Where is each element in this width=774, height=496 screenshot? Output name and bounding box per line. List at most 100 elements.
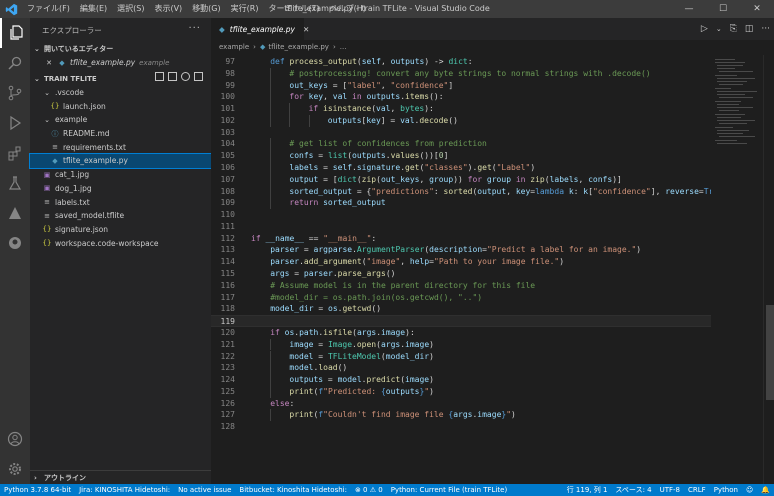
- notifications-bell-icon[interactable]: 🔔: [761, 486, 770, 494]
- tree-file[interactable]: ≡ requirements.txt: [30, 140, 211, 154]
- code-text: # postprocessing! convert any byte strin…: [289, 68, 650, 80]
- run-file-icon[interactable]: ▷: [701, 24, 708, 34]
- close-icon[interactable]: ✕: [740, 0, 774, 18]
- azure-icon[interactable]: [0, 198, 30, 228]
- code-line: 124 outputs = model.predict(image): [211, 374, 711, 386]
- menu-item[interactable]: ターミナル(T): [263, 0, 324, 18]
- collapse-all-icon[interactable]: [194, 72, 203, 81]
- json-file-icon: {}: [50, 102, 60, 111]
- code-token: =: [313, 339, 328, 349]
- code-text: parser = argparse.ArgumentParser(descrip…: [270, 244, 641, 256]
- tab-tflite-example[interactable]: ◆ tflite_example.py ✕: [211, 18, 309, 40]
- indent-guide: [270, 103, 272, 115]
- run-debug-icon[interactable]: [0, 108, 30, 138]
- open-changes-icon[interactable]: ⎘: [730, 24, 737, 34]
- indentation[interactable]: スペース: 4: [615, 485, 651, 495]
- tree-file[interactable]: ▣ cat_1.jpg: [30, 168, 211, 182]
- run-configuration[interactable]: Python: Current File (train TFLite): [391, 486, 507, 494]
- code-token: in: [511, 174, 531, 184]
- breadcrumb-symbol[interactable]: ...: [340, 43, 347, 51]
- jira-user[interactable]: Jira: KINOSHITA Hidetoshi:: [79, 486, 170, 494]
- code-token: =: [313, 351, 328, 361]
- code-token: "Couldn't find image file: [323, 410, 449, 420]
- split-editor-icon[interactable]: ◫: [745, 24, 754, 34]
- extensions-icon[interactable]: [0, 138, 30, 168]
- more-actions-icon[interactable]: ···: [188, 23, 201, 34]
- code-token: isfile: [323, 327, 353, 337]
- account-icon[interactable]: [0, 424, 30, 454]
- breadcrumb-file[interactable]: tflite_example.py: [268, 43, 329, 51]
- encoding[interactable]: UTF-8: [660, 486, 680, 494]
- code-text: return sorted_output: [289, 197, 385, 209]
- close-editor-icon[interactable]: ✕: [44, 59, 54, 67]
- code-line: 119: [211, 315, 711, 327]
- code-token: ] =: [380, 115, 401, 125]
- tree-file[interactable]: {} signature.json: [30, 223, 211, 237]
- code-line: 100 for key, val in outputs.items():: [211, 91, 711, 104]
- tree-item-label: saved_model.tflite: [55, 211, 125, 221]
- open-editor-folder: example: [139, 58, 170, 67]
- tree-file[interactable]: ≡ saved_model.tflite: [30, 209, 211, 223]
- bitbucket-user[interactable]: Bitbucket: Kinoshita Hidetoshi:: [239, 486, 347, 494]
- code-editor[interactable]: 97 def process_output(self, outputs) -> d…: [211, 55, 711, 429]
- menu-item[interactable]: 選択(S): [112, 0, 149, 18]
- close-tab-icon[interactable]: ✕: [303, 25, 309, 34]
- source-control-icon[interactable]: [0, 78, 30, 108]
- jira-issue[interactable]: No active issue: [178, 486, 231, 494]
- code-token: TFLiteModel: [327, 351, 381, 361]
- menu-item[interactable]: 編集(E): [75, 0, 112, 18]
- code-token: :: [289, 398, 295, 408]
- menu-item[interactable]: ヘルプ(H): [325, 0, 371, 18]
- code-line: 107 output = [dict(zip(out_keys, group)) …: [211, 173, 711, 186]
- tree-file[interactable]: ⓘ README.md: [30, 127, 211, 141]
- code-line: 99 out_keys = ["label", "confidence"]: [211, 79, 711, 92]
- maximize-icon[interactable]: ☐: [706, 0, 740, 18]
- tree-file[interactable]: ▣ dog_1.jpg: [30, 182, 211, 196]
- new-folder-icon[interactable]: [168, 72, 177, 81]
- open-editors-section[interactable]: ⌄ 開いているエディター: [30, 42, 211, 56]
- minimap[interactable]: [711, 55, 763, 484]
- breadcrumb-folder[interactable]: example: [219, 43, 249, 51]
- more-actions-icon[interactable]: ···: [761, 24, 770, 34]
- run-dropdown-icon[interactable]: ⌄: [716, 25, 722, 33]
- open-editor-item[interactable]: ✕ ◆ tflite_example.py example: [30, 56, 211, 70]
- outline-section[interactable]: › アウトライン: [30, 470, 211, 484]
- explorer-icon[interactable]: [0, 18, 30, 48]
- line-ending[interactable]: CRLF: [688, 486, 706, 494]
- minimize-icon[interactable]: —: [672, 0, 706, 18]
- code-token: return: [289, 198, 324, 208]
- code-text: out_keys = ["label", "confidence"]: [289, 80, 453, 92]
- cursor-position[interactable]: 行 119, 列 1: [567, 485, 608, 495]
- python-interpreter[interactable]: Python 3.7.8 64-bit: [4, 486, 71, 494]
- tree-folder[interactable]: ⌄ example: [30, 113, 211, 127]
- tree-file[interactable]: {} launch.json: [30, 99, 211, 113]
- menu-item[interactable]: 移動(G): [187, 0, 225, 18]
- language-mode[interactable]: Python: [714, 486, 738, 494]
- github-icon[interactable]: [0, 228, 30, 258]
- testing-flask-icon[interactable]: [0, 168, 30, 198]
- search-icon[interactable]: [0, 48, 30, 78]
- problems-count[interactable]: ⊗ 0 ⚠ 0: [355, 486, 383, 494]
- settings-gear-icon[interactable]: [0, 454, 30, 484]
- tree-file[interactable]: ≡ labels.txt: [30, 195, 211, 209]
- code-line: 128: [211, 421, 711, 429]
- editor-actions: ▷ ⌄ ⎘ ◫ ···: [701, 18, 770, 40]
- new-file-icon[interactable]: [155, 72, 164, 81]
- menu-item[interactable]: 実行(R): [226, 0, 264, 18]
- code-line: 108 sorted_output = {"predictions": sorte…: [211, 185, 711, 198]
- refresh-icon[interactable]: [181, 72, 190, 81]
- vertical-scrollbar[interactable]: [763, 55, 774, 484]
- line-number: 122: [220, 351, 235, 361]
- code-text: sorted_output = {"predictions": sorted(o…: [289, 186, 711, 198]
- menu-item[interactable]: 表示(V): [149, 0, 187, 18]
- code-token: items: [405, 92, 430, 102]
- indent-guide: [270, 350, 272, 363]
- tree-folder[interactable]: ⌄ .vscode: [30, 86, 211, 100]
- tree-file[interactable]: {} workspace.code-workspace: [30, 236, 211, 250]
- scrollbar-thumb[interactable]: [766, 305, 774, 400]
- menu-item[interactable]: ファイル(F): [22, 0, 75, 18]
- tree-file[interactable]: ◆ tflite_example.py: [29, 153, 212, 169]
- code-token: sorted_output: [323, 198, 386, 208]
- feedback-icon[interactable]: ☺: [746, 486, 753, 494]
- code-token: outputs: [366, 92, 401, 102]
